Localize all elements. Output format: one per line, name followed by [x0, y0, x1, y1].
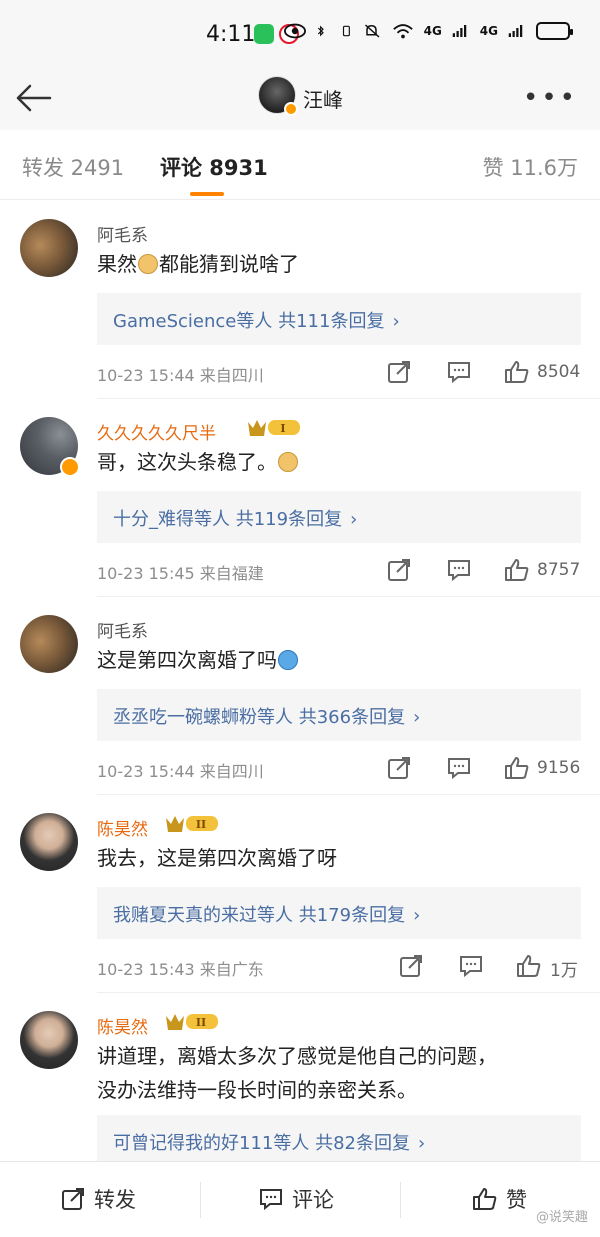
comment-author[interactable]: 阿毛系 [97, 221, 148, 246]
avatar[interactable] [20, 219, 78, 277]
comment-meta: 10-23 15:44 来自四川 [97, 762, 264, 781]
vip-crown-badge-icon: II [166, 1014, 218, 1030]
mute-icon [364, 24, 380, 38]
chevron-right-icon: › [413, 905, 421, 926]
vip-level: II [196, 1016, 206, 1029]
comment-icon[interactable] [458, 953, 484, 979]
chevron-right-icon: › [413, 707, 421, 728]
doge-emoji-icon [278, 452, 298, 472]
vip-level: II [196, 818, 206, 831]
verified-badge-icon [60, 457, 80, 477]
comment-meta: 10-23 15:45 来自福建 [97, 564, 264, 583]
wechat-icon [254, 24, 274, 44]
doge-emoji-icon [138, 254, 158, 274]
comment-author[interactable]: 阿毛系 [97, 617, 148, 642]
like-icon[interactable] [516, 953, 542, 979]
comment-author[interactable]: 陈昊然 [97, 1013, 148, 1038]
comment-icon[interactable] [446, 755, 472, 781]
like-count: 8504 [537, 362, 581, 382]
divider [200, 1182, 201, 1218]
repost-icon[interactable] [386, 359, 412, 385]
status-icons: 4G 4G [283, 22, 573, 40]
like-count: 8757 [537, 560, 581, 580]
like-count: 9156 [537, 758, 581, 778]
comment-text: 果然 都能猜到说啥了 [97, 252, 299, 276]
avatar[interactable] [20, 1011, 78, 1069]
verified-badge-icon [284, 102, 298, 116]
comment-icon [260, 1189, 282, 1211]
comment-meta: 10-23 15:44 来自四川 [97, 366, 264, 385]
comment-label: 评论 [292, 1188, 334, 1212]
comment-author[interactable]: 久久久久久尺半 [97, 419, 216, 444]
repost-icon[interactable] [386, 557, 412, 583]
repost-icon[interactable] [386, 755, 412, 781]
chevron-right-icon: › [392, 311, 400, 332]
tab-repost[interactable]: 转发 2491 [22, 152, 124, 182]
wifi-icon [392, 24, 413, 39]
network-type-2: 4G [479, 24, 498, 38]
signal-icon [508, 25, 523, 37]
divider [400, 1182, 401, 1218]
comment-author[interactable]: 陈昊然 [97, 815, 148, 840]
comment-meta: 10-23 15:43 来自广东 [97, 960, 264, 979]
like-icon[interactable] [504, 557, 530, 583]
avatar[interactable] [20, 813, 78, 871]
comment-list: 阿毛系 果然 都能猜到说啥了 GameScience等人 共111条回复 › 10-… [0, 201, 600, 1161]
vip-crown-badge-icon: II [166, 816, 218, 832]
status-time: 4:11 [206, 22, 256, 47]
divider [97, 596, 600, 597]
replies-preview[interactable]: 丞丞吃一碗螺蛳粉等人 共366条回复 › [97, 689, 581, 741]
replies-preview[interactable]: 十分_难得等人 共119条回复 › [97, 491, 581, 543]
comment-icon[interactable] [446, 359, 472, 385]
battery-icon [536, 22, 573, 40]
like-count: 1万 [550, 961, 578, 981]
network-type-1: 4G [423, 24, 442, 38]
replies-preview[interactable]: GameScience等人 共111条回复 › [97, 293, 581, 345]
divider [97, 794, 600, 795]
divider [97, 398, 600, 399]
comment-text: 这是第四次离婚了吗 [97, 643, 577, 677]
more-menu-button[interactable]: ••• [523, 83, 578, 113]
avatar[interactable] [20, 615, 78, 673]
active-tab-indicator [190, 192, 224, 196]
like-icon [473, 1188, 497, 1210]
comment-text: 讲道理，离婚太多次了感觉是他自己的问题， 没办法维持一段长时间的亲密关系。 [97, 1044, 497, 1102]
page-title[interactable]: 汪峰 [303, 84, 343, 113]
comment-button[interactable]: 评论 [258, 1184, 334, 1214]
replies-preview[interactable]: 可曾记得我的好111等人 共82条回复 › [97, 1115, 581, 1161]
chevron-right-icon: › [350, 509, 358, 530]
watermark: @说笑趣 [535, 1210, 588, 1225]
like-icon[interactable] [504, 359, 530, 385]
vibrate-icon [342, 25, 350, 37]
repost-button[interactable]: 转发 [60, 1184, 136, 1214]
back-arrow-icon[interactable] [14, 78, 54, 118]
like-icon[interactable] [504, 755, 530, 781]
tab-likes[interactable]: 赞 11.6万 [483, 152, 578, 182]
vip-level: I [280, 422, 285, 435]
divider [97, 992, 600, 993]
bottom-action-bar: 转发 评论 赞 @说笑趣 [0, 1161, 600, 1237]
like-button[interactable]: 赞 [472, 1184, 527, 1214]
signal-icon [452, 25, 467, 37]
comment-text: 我去，这是第四次离婚了呀 [97, 846, 337, 870]
replies-preview[interactable]: 我赌夏天真的来过等人 共179条回复 › [97, 887, 581, 939]
vip-crown-badge-icon: I [248, 420, 300, 436]
repost-icon[interactable] [398, 953, 424, 979]
chevron-right-icon: › [417, 1133, 426, 1154]
bluetooth-icon [317, 25, 324, 37]
comment-text: 哥，这次头条稳了。 [97, 445, 577, 479]
author-avatar[interactable] [258, 76, 298, 116]
comment-icon[interactable] [446, 557, 472, 583]
laughing-emoji-icon [278, 650, 298, 670]
repost-label: 转发 [94, 1188, 136, 1212]
repost-icon [62, 1188, 84, 1210]
nav-bar: 汪峰 ••• [0, 68, 600, 130]
like-label: 赞 [506, 1188, 527, 1212]
status-bar: 4:11 4G 4G [0, 0, 600, 68]
tab-bar: 转发 2491 评论 8931 赞 11.6万 [0, 130, 600, 200]
eye-icon [283, 23, 306, 39]
